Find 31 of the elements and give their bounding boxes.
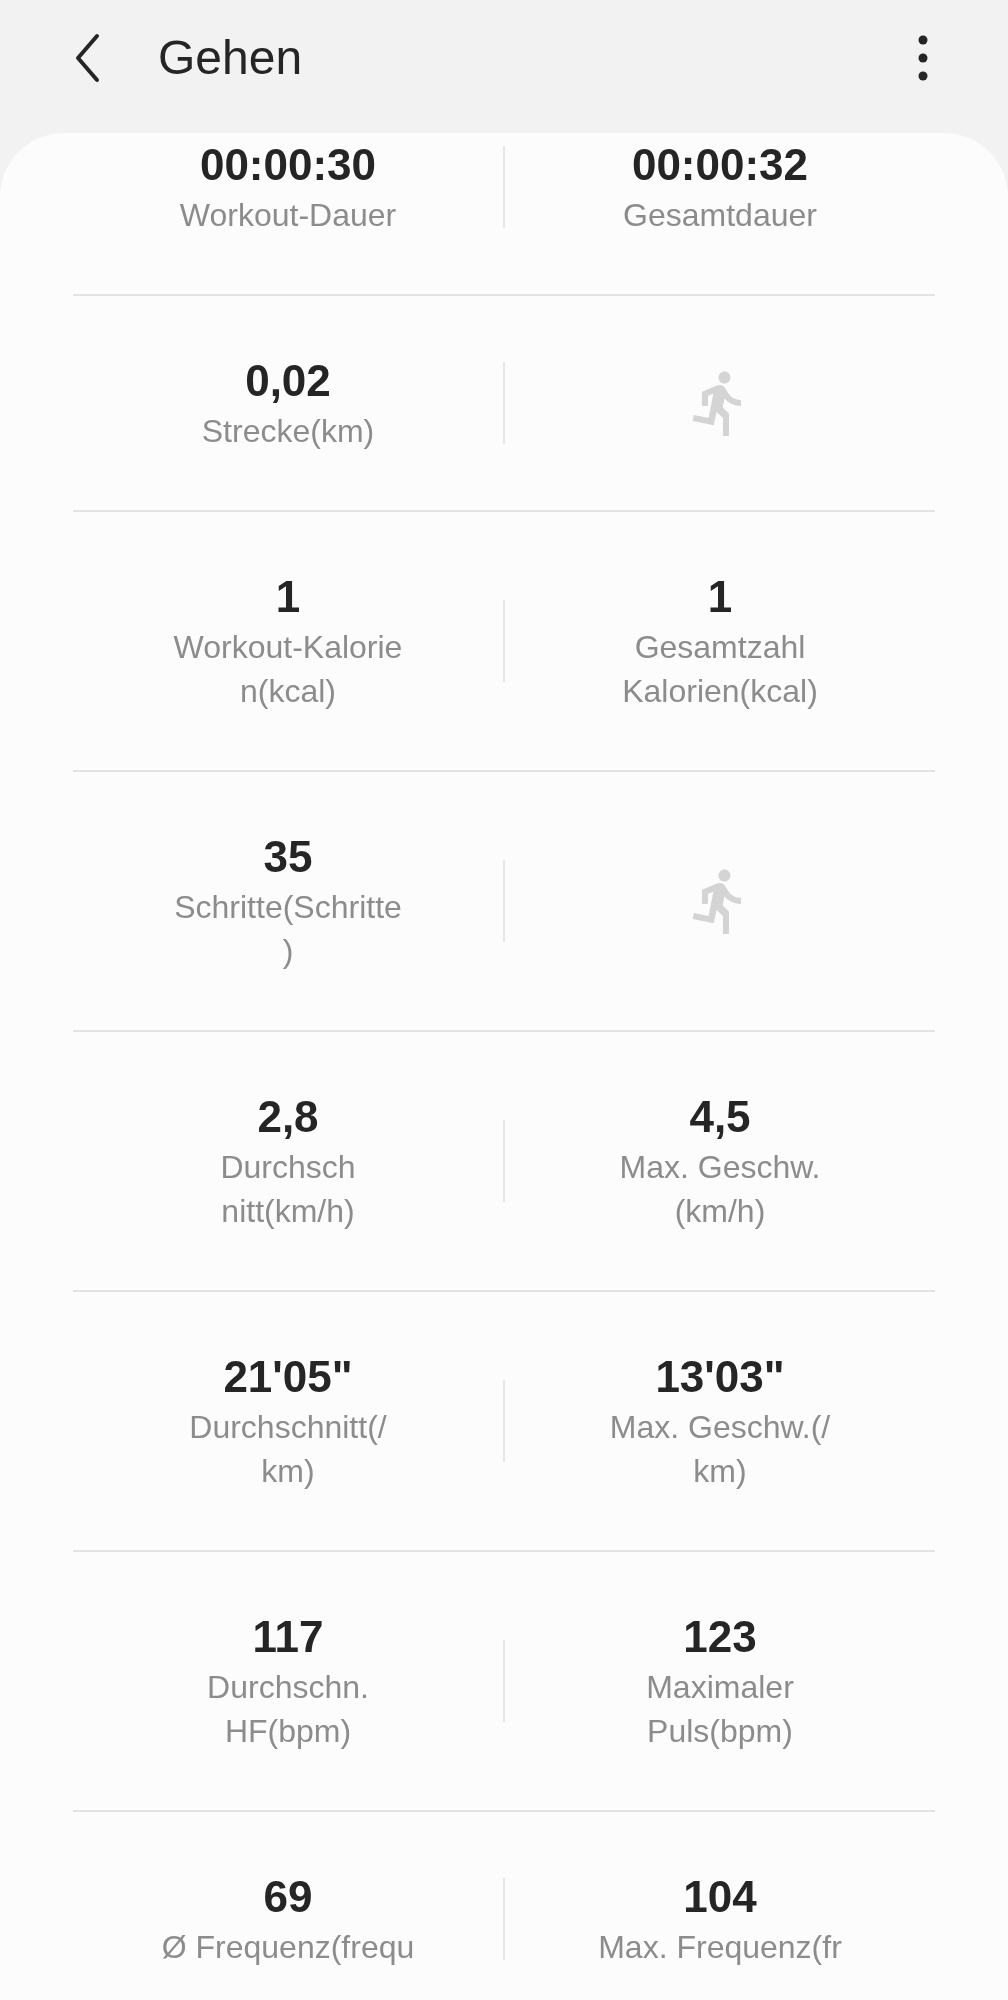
stat-value: 104 <box>683 1871 757 1923</box>
stat-label: Durchschn. HF(bpm) <box>207 1668 369 1751</box>
stat-label: Gesamtzahl Kalorien(kcal) <box>622 628 818 711</box>
stat-value: 69 <box>263 1871 313 1923</box>
stat-label: Maximaler Puls(bpm) <box>646 1668 794 1751</box>
stat-value: 123 <box>683 1611 757 1663</box>
stat-value: 21'05" <box>223 1351 353 1403</box>
page-title: Gehen <box>158 29 303 86</box>
stat-label: Max. Geschw. (km/h) <box>619 1148 821 1231</box>
stat-value: 13'03" <box>655 1351 785 1403</box>
stat-label: Ø Frequenz(frequ <box>161 1928 415 1967</box>
stat-value: 4,5 <box>689 1091 751 1143</box>
stat-label: Max. Geschw.(/ km) <box>609 1408 831 1491</box>
stat-label: Durchsch nitt(km/h) <box>220 1148 356 1231</box>
stat-value: 00:00:30 <box>199 139 377 191</box>
stat-value: 35 <box>263 831 313 883</box>
stat-value: 1 <box>275 571 301 623</box>
stat-label: Schritte(Schritte ) <box>174 888 402 971</box>
more-options-icon <box>918 34 928 81</box>
stat-label: Gesamtdauer <box>623 196 817 235</box>
stat-value: 1 <box>707 571 733 623</box>
stat-label: Workout-Kalorie n(kcal) <box>173 628 403 711</box>
stat-value: 00:00:32 <box>631 139 809 191</box>
stat-label: Max. Frequenz(fr <box>598 1928 842 1967</box>
back-icon <box>74 32 100 83</box>
stat-label: Durchschnitt(/ km) <box>189 1408 387 1491</box>
stat-value: 2,8 <box>257 1091 319 1143</box>
stat-value: 0,02 <box>245 355 331 407</box>
stat-label: Strecke(km) <box>201 412 375 451</box>
stat-value: 117 <box>252 1611 324 1663</box>
stat-label: Workout-Dauer <box>179 196 397 235</box>
